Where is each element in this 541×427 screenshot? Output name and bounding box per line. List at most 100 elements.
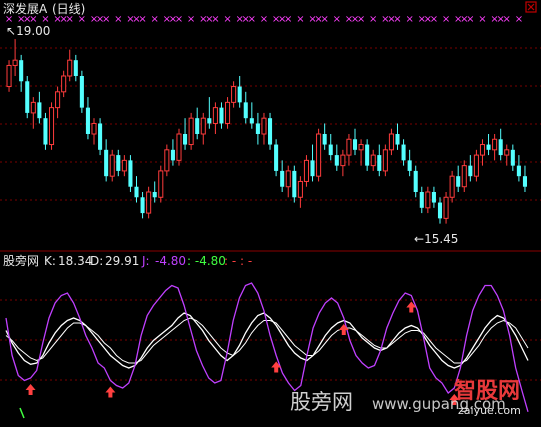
signal-marker: × <box>138 14 146 25</box>
candle-body <box>395 134 400 145</box>
candle-body <box>388 133 394 151</box>
candle-body <box>479 144 486 156</box>
candle-body <box>43 118 48 145</box>
signal-marker: × <box>393 14 401 25</box>
candle-body <box>104 149 109 177</box>
candle-body <box>358 144 364 151</box>
close-icon[interactable] <box>525 1 537 13</box>
candle-body <box>79 76 84 108</box>
signal-marker: × <box>248 14 256 25</box>
signal-marker: × <box>187 14 195 25</box>
indicator-name: 股旁网 <box>3 254 40 268</box>
signal-marker: × <box>175 14 183 25</box>
candle-body <box>98 123 103 150</box>
signal-marker: × <box>430 14 438 25</box>
signal-marker: × <box>211 14 219 25</box>
candle-body <box>121 159 127 172</box>
signal-marker: × <box>369 14 377 25</box>
candle-body <box>322 134 327 145</box>
candle-body <box>274 144 279 171</box>
high-price-label: ↖19.00 <box>6 24 51 38</box>
brand-name: 智股网 <box>454 379 521 404</box>
j-label: J: <box>142 254 150 268</box>
candle-body <box>382 149 388 172</box>
candle-body <box>522 176 527 187</box>
chart-window: × × × × × × × × × × × × × × × × × × × × × × × × × × × × × × × × × × × × × × × ×… <box>0 0 541 427</box>
d-value: 29.91 <box>105 254 140 268</box>
candle-body <box>6 64 12 88</box>
candle-body <box>425 191 431 209</box>
candle-body <box>407 160 412 171</box>
candle-body <box>249 118 254 124</box>
signal-marker: × <box>466 14 474 25</box>
signal-marker: × <box>102 14 110 25</box>
candle-body <box>109 154 115 177</box>
candle-body <box>492 138 498 151</box>
candle-body <box>188 117 194 146</box>
header-title: 深发展A <box>3 2 48 16</box>
candle-body <box>352 139 358 150</box>
signal-marker: × <box>114 14 122 25</box>
signal-marker: × <box>223 14 231 25</box>
candle-body <box>158 170 164 198</box>
signal-marker: × <box>260 14 268 25</box>
signal-marker: × <box>478 14 486 25</box>
candle-body <box>303 159 309 182</box>
candle-body <box>285 170 291 188</box>
candle-body <box>292 170 297 198</box>
candle-body <box>461 165 467 188</box>
candle-body <box>340 154 346 167</box>
candle-body <box>55 91 61 109</box>
candle-body <box>25 81 30 113</box>
candle-body <box>516 165 521 177</box>
watermark-left: 股旁网 <box>290 390 353 414</box>
candle-body <box>231 86 237 103</box>
candle-body <box>370 154 376 167</box>
candle-body <box>377 155 382 171</box>
buy-arrow-icon <box>338 324 349 335</box>
header-period: (日线) <box>52 2 86 16</box>
signal-stick <box>19 407 25 419</box>
candle-body <box>37 102 42 119</box>
high-price-value: 19.00 <box>16 24 51 38</box>
buy-arrow-icon <box>25 384 36 395</box>
candle-body <box>456 176 461 187</box>
candle-body <box>134 186 139 198</box>
brand-logo: 智股网 zaiyue.com <box>440 380 532 420</box>
candle-body <box>73 60 78 76</box>
candle-body <box>212 107 218 124</box>
candle-body <box>346 138 352 156</box>
buy-arrow-icon <box>271 361 282 373</box>
low-price-label: ←15.45 <box>414 232 459 246</box>
candle-body <box>116 155 121 171</box>
candle-body <box>449 175 455 198</box>
signal-marker: × <box>333 14 341 25</box>
candle-body <box>91 122 97 135</box>
candle-body <box>176 133 182 161</box>
candle-body <box>225 101 231 124</box>
candle-body <box>280 170 285 187</box>
signal-marker: × <box>284 14 292 25</box>
candle-body <box>219 107 224 124</box>
candle-body <box>268 118 273 145</box>
candle-body <box>297 180 303 198</box>
signal-marker: × <box>320 14 328 25</box>
candle-body <box>486 144 491 150</box>
candle-body <box>334 155 339 166</box>
candle-body <box>431 192 436 203</box>
candle-body <box>61 75 67 93</box>
signal-marker: × <box>503 14 511 25</box>
candle-body <box>261 117 267 135</box>
candle-body <box>140 197 145 214</box>
signal-marker: × <box>442 14 450 25</box>
candle-body <box>164 149 170 172</box>
candle-body <box>183 134 188 145</box>
extra-value: : -4.80 <box>187 254 226 268</box>
candle-body <box>207 118 212 124</box>
candle-body <box>30 101 36 114</box>
candle-body <box>12 59 18 66</box>
candle-body <box>152 192 157 198</box>
candle-body <box>365 144 370 166</box>
dash-text: : - : - <box>224 254 253 268</box>
candle-body <box>85 107 90 134</box>
